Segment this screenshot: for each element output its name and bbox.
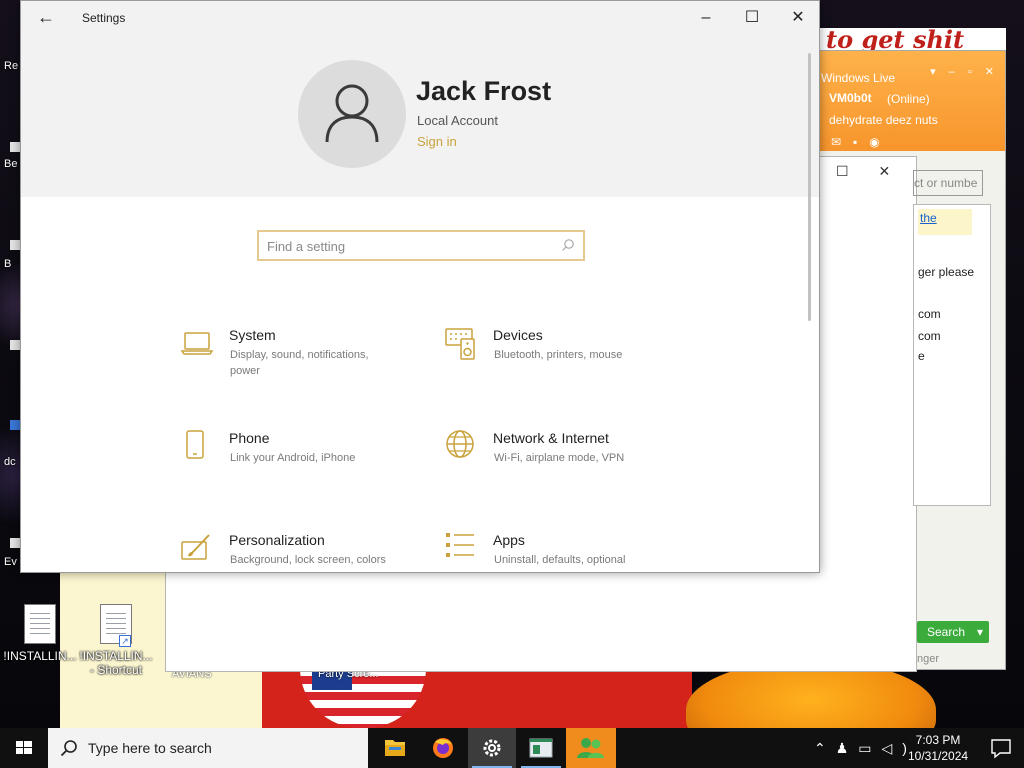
taskbar-file-explorer[interactable]	[371, 728, 419, 768]
messenger-contact-list[interactable]: the ger please com com e	[913, 204, 991, 506]
category-title: Network & Internet	[493, 430, 609, 446]
desktop-icon-label: !INSTALLIN... - Shortcut	[79, 649, 153, 677]
messenger-personal-message[interactable]: dehydrate deez nuts	[829, 113, 938, 127]
paint-brush-icon	[181, 534, 210, 560]
desktop-icon-glyph[interactable]	[10, 538, 20, 548]
desktop-icon-glyph[interactable]	[10, 240, 20, 250]
category-phone[interactable]: Phone Link your Android, iPhone	[181, 430, 421, 490]
maximize-button[interactable]: ☐	[729, 5, 775, 31]
file-explorer-icon	[385, 740, 405, 756]
search-icon	[60, 740, 77, 757]
sign-in-link[interactable]: Sign in	[417, 134, 457, 149]
category-description: Display, sound, notifications, power	[230, 349, 369, 377]
account-header: ← Settings – ☐ ✕ Jack Frost Local Accoun…	[21, 1, 819, 197]
messenger-text-line: e	[918, 349, 925, 363]
phone-icon	[186, 430, 204, 459]
notification-icon	[991, 739, 1011, 759]
wallpaper-graffiti-text: to get shit	[820, 28, 1006, 52]
messenger-find-input[interactable]: ct or numbe	[913, 170, 983, 196]
task-window-icon	[529, 738, 553, 758]
clock-time: 7:03 PM	[915, 733, 961, 747]
document-icon: ↗	[100, 604, 132, 647]
taskbar-firefox[interactable]	[419, 728, 467, 768]
minimize-button[interactable]: –	[683, 5, 729, 31]
search-icon[interactable]	[561, 238, 575, 252]
globe-icon	[446, 430, 474, 458]
settings-search-box[interactable]	[257, 230, 585, 261]
category-description: Wi-Fi, airplane mode, VPN	[494, 452, 625, 464]
taskbar-settings[interactable]	[468, 728, 516, 768]
messenger-toolbar-icons[interactable]: ✉▪◉	[831, 135, 892, 149]
messenger-text-line: com	[918, 307, 941, 321]
document-icon	[24, 604, 56, 644]
avatar[interactable]	[298, 60, 406, 168]
messenger-footer-text: nger	[917, 653, 940, 665]
desktop-icon-glyph[interactable]	[10, 142, 20, 152]
messenger-username[interactable]: VM0b0t	[829, 91, 872, 105]
category-description: Bluetooth, printers, mouse	[494, 349, 623, 361]
laptop-icon	[181, 332, 214, 355]
desktop-icon-label[interactable]: B	[4, 258, 11, 270]
window-title: Settings	[82, 11, 126, 25]
start-button[interactable]	[0, 728, 48, 768]
category-title: Personalization	[229, 532, 325, 548]
messenger-people-icon	[577, 738, 604, 758]
messenger-status[interactable]: (Online)	[887, 92, 930, 106]
category-title: System	[229, 327, 276, 343]
desktop-icon-glyph[interactable]	[10, 420, 20, 430]
settings-window[interactable]: ← Settings – ☐ ✕ Jack Frost Local Accoun…	[20, 0, 820, 573]
taskbar-messenger[interactable]	[566, 728, 616, 768]
messenger-text-line: ger please	[918, 265, 975, 279]
messenger-header: Windows Live ▾ – ▫ ✕ VM0b0t (Online) deh…	[817, 51, 1005, 151]
taskbar-search-placeholder: Type here to search	[88, 740, 212, 756]
category-apps[interactable]: Apps Uninstall, defaults, optional	[445, 532, 685, 572]
category-description: Link your Android, iPhone	[230, 452, 356, 464]
account-name: Jack Frost	[416, 76, 552, 106]
category-network[interactable]: Network & Internet Wi-Fi, airplane mode,…	[445, 430, 685, 490]
windows-logo-icon	[16, 741, 32, 754]
category-personalization[interactable]: Personalization Background, lock screen,…	[181, 532, 421, 572]
contact-window-controls[interactable]: ☐✕	[836, 163, 920, 180]
taskbar: Type here to search ⌃♟▭◁) 7:03 PM 10/31/…	[0, 728, 1024, 768]
settings-search-input[interactable]	[267, 236, 557, 256]
account-type: Local Account	[417, 113, 498, 128]
clock-date: 10/31/2024	[908, 749, 969, 763]
taskbar-clock[interactable]: 7:03 PM 10/31/2024	[908, 732, 968, 764]
messenger-window-controls[interactable]: ▾ – ▫ ✕	[930, 65, 999, 78]
taskbar-task-window[interactable]	[517, 728, 565, 768]
firefox-icon	[433, 738, 453, 758]
settings-gear-icon	[483, 739, 501, 757]
messenger-title: Windows Live	[821, 71, 896, 85]
desktop-icon-label[interactable]: dc	[4, 456, 16, 468]
system-tray-icons[interactable]: ⌃♟▭◁)	[814, 740, 917, 757]
desktop-icon-label[interactable]: Be	[4, 158, 17, 170]
scrollbar[interactable]	[808, 53, 811, 321]
messenger-contact-pane: ct or numbe the ger please com com e	[913, 170, 993, 510]
category-description: Background, lock screen, colors	[230, 554, 386, 566]
category-title: Apps	[493, 532, 525, 548]
action-center-button[interactable]	[978, 728, 1024, 768]
desktop-icon-glyph[interactable]	[10, 340, 20, 350]
desktop-icon-installer-shortcut[interactable]: ↗ !INSTALLIN... - Shortcut	[76, 604, 156, 677]
category-description: Uninstall, defaults, optional	[494, 554, 626, 566]
category-title: Phone	[229, 430, 270, 446]
back-button[interactable]: ←	[33, 7, 59, 29]
user-icon	[325, 84, 379, 143]
keyboard-speaker-icon	[445, 328, 475, 360]
messenger-link[interactable]: the	[918, 209, 972, 235]
desktop-icon-label: !INSTALLIN...	[3, 649, 77, 663]
taskbar-search-box[interactable]: Type here to search	[48, 728, 368, 768]
messenger-search-button[interactable]: Search	[917, 621, 989, 643]
desktop-icon-installer[interactable]: !INSTALLIN...	[0, 604, 80, 663]
category-system[interactable]: System Display, sound, notifications, po…	[181, 327, 421, 387]
category-devices[interactable]: Devices Bluetooth, printers, mouse	[445, 327, 685, 387]
desktop-icon-label[interactable]: Ev	[4, 556, 17, 568]
shortcut-arrow-icon: ↗	[119, 635, 131, 647]
desktop-icon-label[interactable]: Re	[4, 60, 18, 72]
category-title: Devices	[493, 327, 543, 343]
messenger-text-line: com	[918, 329, 941, 343]
apps-list-icon	[446, 533, 474, 557]
close-button[interactable]: ✕	[775, 5, 819, 31]
